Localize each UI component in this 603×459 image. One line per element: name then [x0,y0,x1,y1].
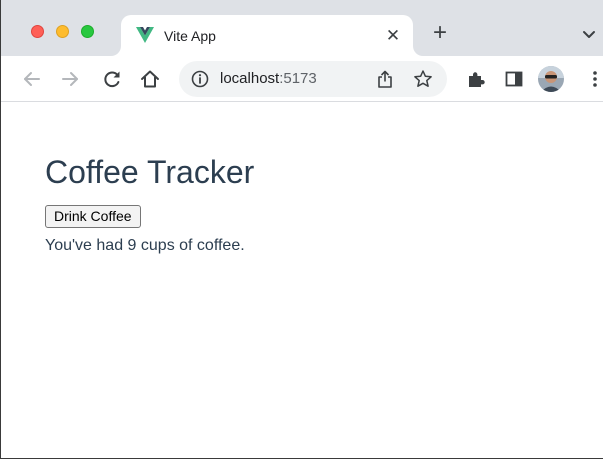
reload-icon[interactable] [101,68,123,90]
browser-window: Vite App ✕ + localhost:5173 Coffee Track… [0,0,603,459]
tab-title: Vite App [164,28,216,44]
back-arrow-icon[interactable] [21,68,43,90]
cups-text-prefix: You've had [45,237,128,254]
tab-strip: Vite App ✕ + [1,0,603,56]
tab-vite-app[interactable]: Vite App ✕ [121,15,413,56]
profile-avatar[interactable] [538,66,564,92]
profile-avatar-image [538,66,564,92]
url-host: localhost [220,70,280,87]
extensions-puzzle-icon[interactable] [465,68,487,90]
more-menu-icon[interactable] [584,68,603,90]
bookmark-star-icon[interactable] [413,69,433,89]
tab-close-icon[interactable]: ✕ [384,27,402,45]
home-icon[interactable] [139,68,161,90]
drink-coffee-button[interactable]: Drink Coffee [45,205,141,228]
browser-toolbar: localhost:5173 [1,56,603,102]
url-port: :5173 [279,70,317,87]
window-close-button[interactable] [31,25,44,38]
url-text[interactable]: localhost:5173 [220,70,317,88]
cups-count-text: You've had 9 cups of coffee. [45,235,245,257]
address-bar[interactable]: localhost:5173 [179,61,447,97]
page-title: Coffee Tracker [45,154,255,190]
window-maximize-button[interactable] [81,25,94,38]
share-icon[interactable] [375,69,395,89]
side-panel-icon[interactable] [503,68,525,90]
site-info-icon[interactable] [191,70,209,88]
new-tab-button[interactable]: + [429,21,451,45]
page-viewport: Coffee Tracker Drink Coffee You've had 9… [1,102,603,458]
forward-arrow-icon[interactable] [59,68,81,90]
cups-text-suffix: cups of coffee. [136,237,245,254]
window-minimize-button[interactable] [56,25,69,38]
vue-logo-icon [136,27,154,43]
tab-search-chevron-icon[interactable] [579,24,599,44]
